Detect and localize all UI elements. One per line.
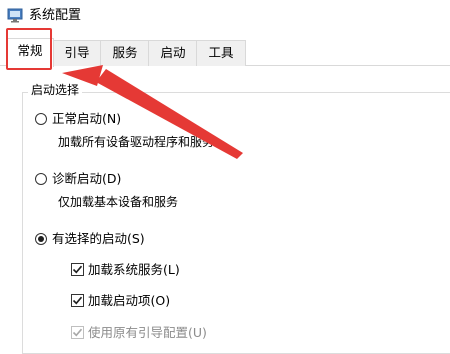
annotation-arrow-icon — [62, 65, 243, 159]
